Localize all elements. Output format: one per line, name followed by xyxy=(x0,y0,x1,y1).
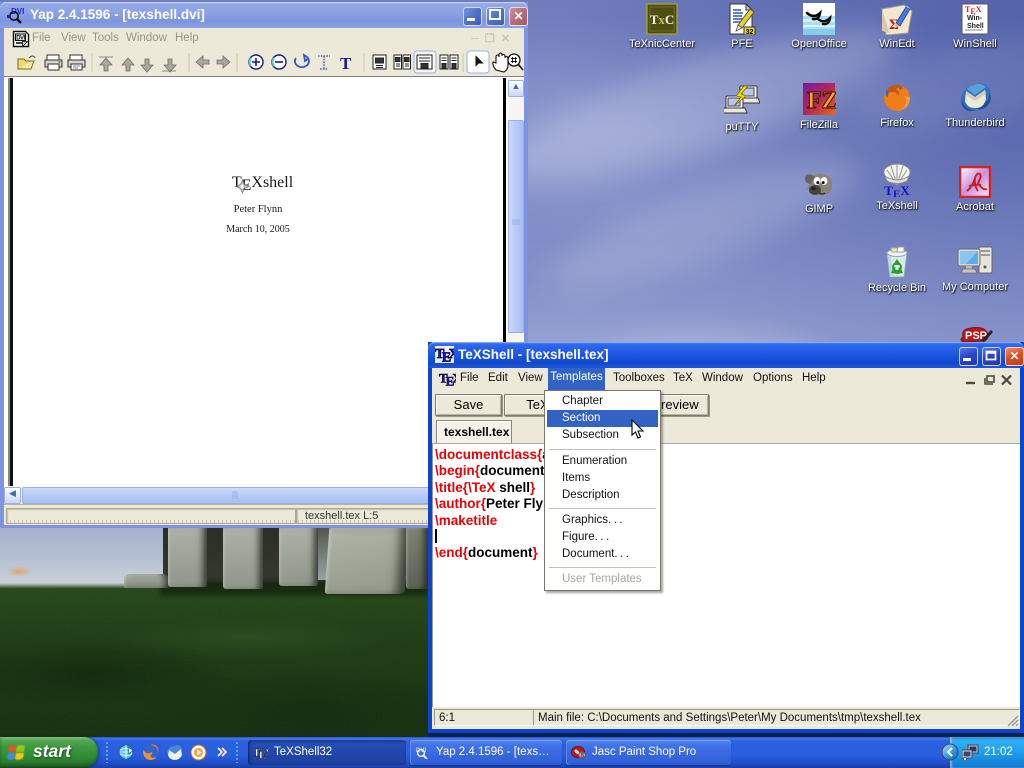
svg-text:TEX: TEX xyxy=(253,747,268,759)
svg-text:FZ: FZ xyxy=(807,88,836,114)
svg-text:8: 8 xyxy=(580,753,584,759)
svg-text:Win-: Win- xyxy=(967,15,983,22)
svg-text:TxC: TxC xyxy=(650,12,675,27)
svg-text:32: 32 xyxy=(746,29,754,35)
svg-text:Shell: Shell xyxy=(967,23,984,30)
svg-text:DVI: DVI xyxy=(16,36,25,42)
svg-text:TEX: TEX xyxy=(439,371,456,387)
svg-text:T: T xyxy=(340,54,352,73)
